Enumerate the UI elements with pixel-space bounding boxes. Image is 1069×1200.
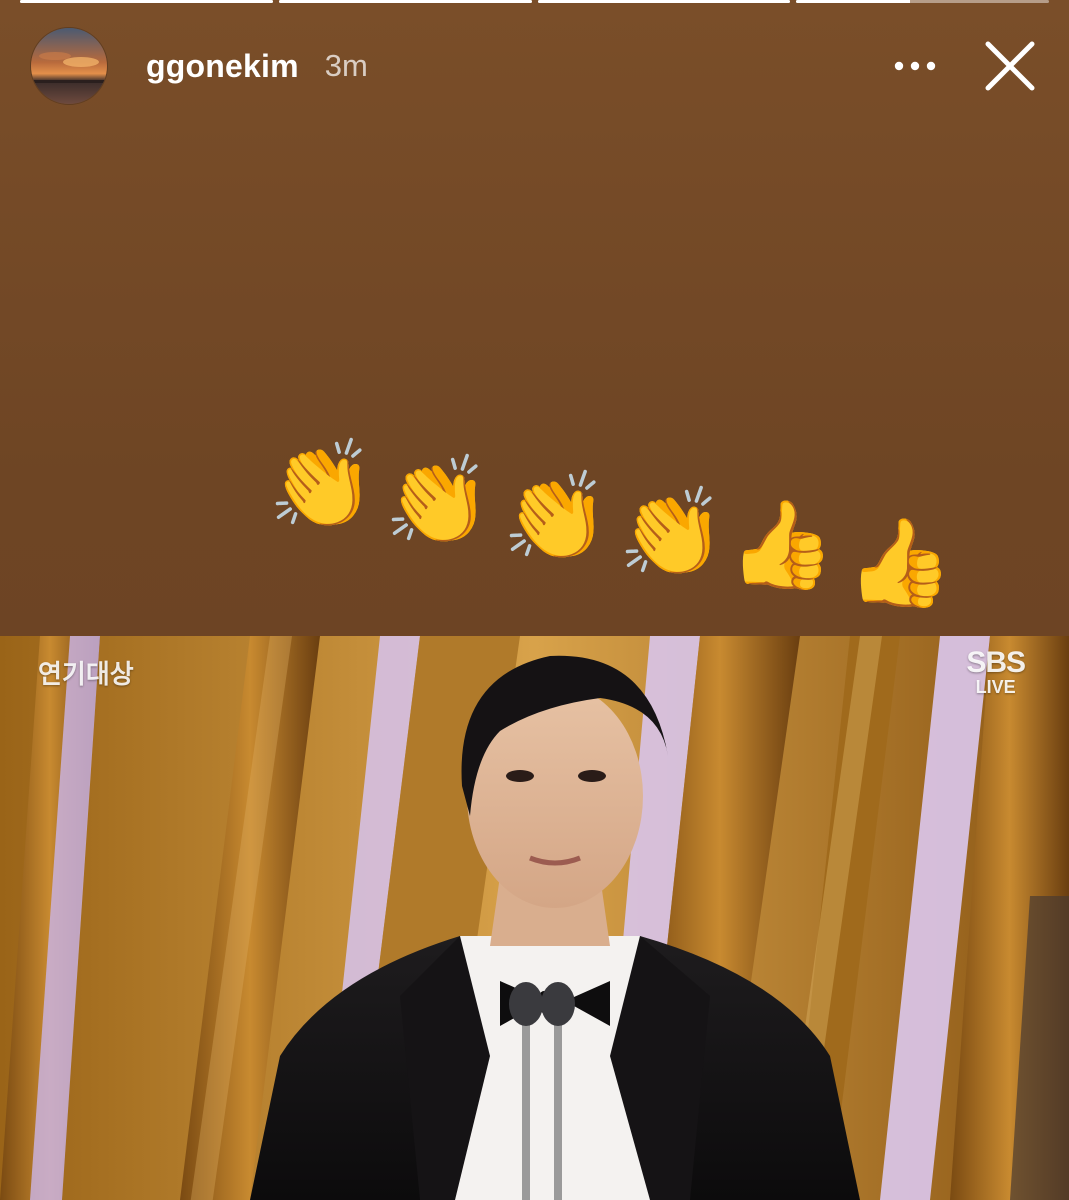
more-horizontal-icon <box>894 61 936 71</box>
clapping-hands-emoji: 👏 <box>268 435 376 535</box>
live-label: LIVE <box>975 677 1016 697</box>
story-timestamp: 3m <box>324 48 368 83</box>
story-photo <box>0 636 1069 1200</box>
thumbs-up-emoji: 👍 <box>846 513 954 613</box>
clapping-hands-emoji: 👏 <box>618 483 726 583</box>
progress-segment <box>796 0 1049 3</box>
story-viewer[interactable]: ggonekim 3m 👏 👏 👏 👏 👍 👍 연기대상 SBS LIVE <box>0 0 1069 1200</box>
clapping-hands-emoji: 👏 <box>384 451 492 551</box>
story-header: ggonekim 3m <box>30 26 1045 106</box>
more-options-button[interactable] <box>885 36 945 96</box>
thumbs-up-emoji: 👍 <box>728 495 836 595</box>
story-progress-bar <box>20 0 1049 4</box>
progress-segment <box>278 0 532 3</box>
clapping-hands-emoji: 👏 <box>502 467 610 567</box>
broadcaster-logo: SBS LIVE <box>966 646 1026 697</box>
show-logo: 연기대상 <box>38 660 134 690</box>
progress-segment <box>20 0 273 3</box>
username[interactable]: ggonekim <box>146 48 299 85</box>
network-label: SBS <box>966 646 1026 679</box>
avatar[interactable] <box>30 27 108 105</box>
emoji-sticker-row: 👏 👏 👏 👏 👍 👍 <box>258 420 958 640</box>
close-icon <box>985 41 1035 91</box>
close-button[interactable] <box>975 31 1045 101</box>
progress-segment <box>537 0 791 3</box>
